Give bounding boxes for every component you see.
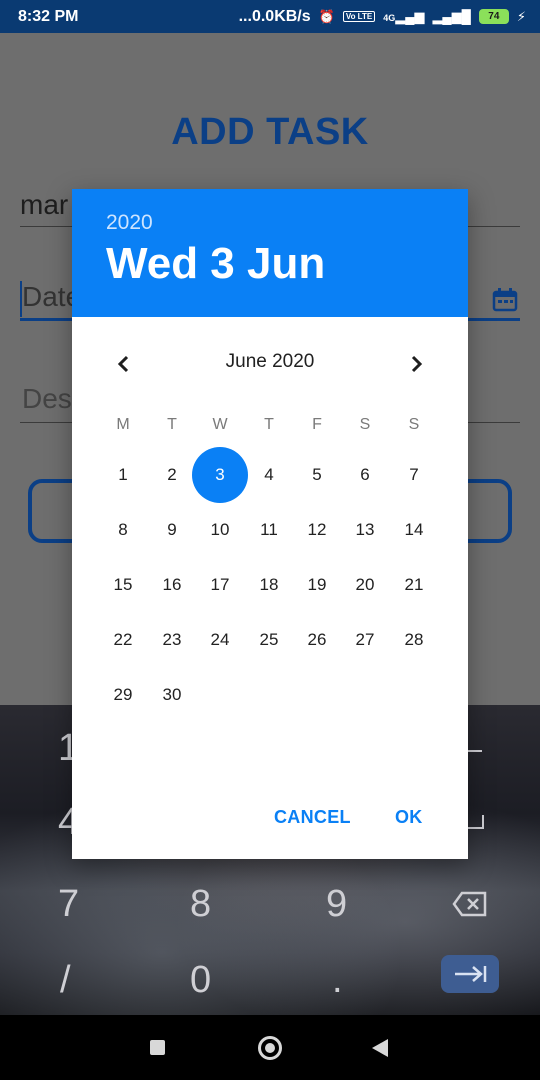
system-nav-bar xyxy=(0,1015,540,1080)
page-title: ADD TASK xyxy=(171,111,369,153)
key-7[interactable]: 7 xyxy=(58,883,79,926)
charging-icon: ⚡ xyxy=(516,8,526,24)
calendar-day[interactable]: 18 xyxy=(245,561,293,609)
weekday-label: F xyxy=(312,416,322,433)
calendar-day[interactable]: 28 xyxy=(390,616,438,664)
calendar-day[interactable]: 27 xyxy=(341,616,389,664)
battery-icon: 74 xyxy=(478,9,509,24)
header-date: Wed 3 Jun xyxy=(106,239,326,288)
ok-button[interactable]: OK xyxy=(395,807,423,828)
dialog-actions: CANCEL OK xyxy=(72,807,468,837)
alarm-icon: ⏰ xyxy=(318,8,335,24)
key-0[interactable]: 0 xyxy=(190,959,211,1002)
calendar-day[interactable]: 6 xyxy=(341,451,389,499)
calendar-day[interactable]: 13 xyxy=(341,506,389,554)
calendar-icon[interactable] xyxy=(492,287,518,312)
calendar-day[interactable]: 25 xyxy=(245,616,293,664)
calendar-day[interactable]: 21 xyxy=(390,561,438,609)
signal-icon: ▂▄▆█ xyxy=(432,8,471,24)
calendar-day[interactable]: 2 xyxy=(148,451,196,499)
backspace-icon[interactable] xyxy=(452,891,488,917)
calendar-day[interactable]: 24 xyxy=(196,616,244,664)
status-bar: 8:32 PM ...0.0KB/s ⏰ Vo LTE 4G▂▄▆ ▂▄▆█ 7… xyxy=(0,0,540,33)
weekday-header-row: MTWTFSS xyxy=(72,416,468,442)
selected-day[interactable]: 3 xyxy=(192,447,248,503)
calendar-day[interactable]: 12 xyxy=(293,506,341,554)
space-key[interactable] xyxy=(466,815,484,829)
key-8[interactable]: 8 xyxy=(190,883,211,926)
calendar-day[interactable]: 14 xyxy=(390,506,438,554)
weekday-label: T xyxy=(167,416,177,433)
calendar-day[interactable]: 16 xyxy=(148,561,196,609)
calendar-day[interactable]: 23 xyxy=(148,616,196,664)
calendar-day[interactable]: 19 xyxy=(293,561,341,609)
calendar-day[interactable]: 5 xyxy=(293,451,341,499)
back-triangle-icon[interactable] xyxy=(372,1039,388,1057)
tab-enter-icon[interactable] xyxy=(441,955,499,993)
weekday-label: S xyxy=(408,416,420,433)
calendar-day[interactable]: 17 xyxy=(196,561,244,609)
calendar-day[interactable]: 11 xyxy=(245,506,293,554)
recents-square-icon[interactable] xyxy=(150,1040,165,1055)
weekday-label: T xyxy=(264,416,274,433)
weekday-label: M xyxy=(116,416,130,433)
calendar-day[interactable]: 30 xyxy=(148,671,196,719)
home-circle-icon[interactable] xyxy=(258,1036,282,1060)
calendar-day[interactable]: 4 xyxy=(245,451,293,499)
volte-icon: Vo LTE xyxy=(342,11,376,22)
key-slash[interactable]: / xyxy=(60,959,71,1002)
calendar-days-grid: 1 2 3 4 5 6 7 8 9 10 11 12 13 14 15 16 17 18 19 20 21 22 23 24 2… xyxy=(72,447,468,731)
weekday-label: W xyxy=(212,416,228,433)
description-placeholder: Des xyxy=(22,383,72,414)
network-speed: ...0.0KB/s xyxy=(238,7,311,25)
minus-key[interactable] xyxy=(468,750,482,752)
status-time: 8:32 PM xyxy=(18,7,79,25)
signal-4g-icon: 4G▂▄▆ xyxy=(383,8,425,24)
calendar-day[interactable]: 22 xyxy=(99,616,147,664)
calendar-day[interactable]: 29 xyxy=(99,671,147,719)
chevron-right-icon[interactable] xyxy=(405,353,427,375)
calendar-day[interactable]: 26 xyxy=(293,616,341,664)
date-picker-header: 2020 Wed 3 Jun xyxy=(72,189,468,317)
calendar-day[interactable]: 15 xyxy=(99,561,147,609)
date-picker-dialog: 2020 Wed 3 Jun June 2020 MTWTFSS 1234567… xyxy=(72,189,468,859)
calendar-day[interactable]: 10 xyxy=(196,506,244,554)
weekday-label: S xyxy=(359,416,371,433)
calendar-day[interactable]: 20 xyxy=(341,561,389,609)
calendar-day[interactable]: 8 xyxy=(99,506,147,554)
header-year[interactable]: 2020 xyxy=(106,211,153,235)
month-navigation: June 2020 xyxy=(72,317,468,409)
key-9[interactable]: 9 xyxy=(326,883,347,926)
status-indicators: ...0.0KB/s ⏰ Vo LTE 4G▂▄▆ ▂▄▆█ 74 ⚡ xyxy=(239,8,526,26)
task-name-value: mar xyxy=(20,189,69,220)
key-dot[interactable]: . xyxy=(332,959,343,1002)
cancel-button[interactable]: CANCEL xyxy=(274,807,351,828)
calendar-day[interactable]: 9 xyxy=(148,506,196,554)
calendar-day[interactable]: 1 xyxy=(99,451,147,499)
calendar-day[interactable]: 7 xyxy=(390,451,438,499)
